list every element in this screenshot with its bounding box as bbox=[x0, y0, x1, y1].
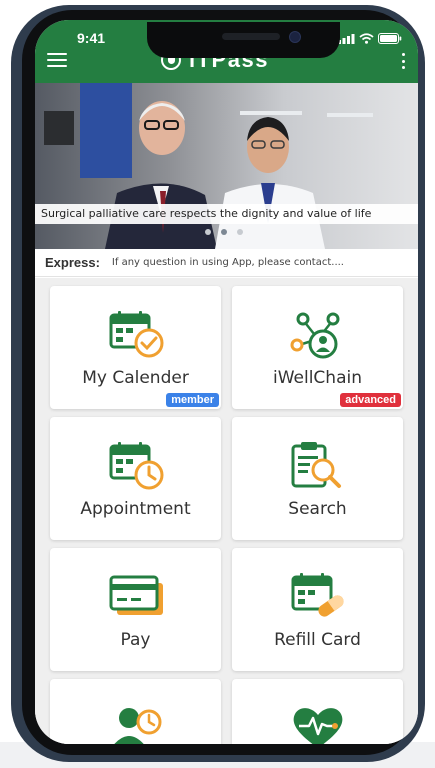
calendar-pill-icon bbox=[291, 573, 344, 617]
signal-icon bbox=[338, 33, 355, 44]
tile-search[interactable]: Search bbox=[232, 417, 403, 540]
credit-card-icon bbox=[109, 575, 163, 615]
carousel-dot-3[interactable] bbox=[237, 229, 243, 235]
battery-icon bbox=[378, 33, 402, 44]
more-options-icon[interactable] bbox=[400, 53, 406, 69]
banner-caption: Surgical palliative care respects the di… bbox=[35, 204, 418, 224]
banner-carousel[interactable]: Surgical palliative care respects the di… bbox=[35, 83, 418, 249]
express-announcement[interactable]: Express: If any question in using App, p… bbox=[35, 249, 418, 277]
tile-refill-card[interactable]: Refill Card bbox=[232, 548, 403, 671]
advanced-badge: advanced bbox=[340, 393, 401, 407]
express-label: Express: bbox=[45, 255, 100, 270]
wifi-icon bbox=[359, 33, 374, 44]
tile-pay[interactable]: Pay bbox=[50, 548, 221, 671]
carousel-pagination bbox=[205, 229, 243, 235]
calendar-check-icon bbox=[109, 311, 164, 358]
tile-person-schedule[interactable] bbox=[50, 679, 221, 744]
carousel-dot-2[interactable] bbox=[221, 229, 227, 235]
phone-notch bbox=[147, 22, 340, 58]
heart-pulse-icon bbox=[293, 708, 343, 744]
express-message: If any question in using App, please con… bbox=[111, 257, 344, 268]
carousel-dot-1[interactable] bbox=[205, 229, 211, 235]
tile-label: Search bbox=[288, 499, 347, 519]
tile-appointment[interactable]: Appointment bbox=[50, 417, 221, 540]
status-icons bbox=[338, 33, 402, 44]
app-screen: 9:41 iTPass Surgical palliative care res… bbox=[35, 20, 418, 744]
front-camera bbox=[289, 31, 301, 43]
tile-label: Refill Card bbox=[274, 630, 361, 650]
network-person-icon bbox=[290, 312, 340, 359]
hamburger-menu-icon[interactable] bbox=[47, 53, 67, 69]
banner-photo bbox=[35, 83, 418, 249]
tile-label: Pay bbox=[120, 630, 151, 650]
feature-grid: My Calender member iWellChain advanced A… bbox=[35, 278, 418, 744]
tile-iwellchain[interactable]: iWellChain advanced bbox=[232, 286, 403, 409]
member-badge: member bbox=[166, 393, 219, 407]
status-time: 9:41 bbox=[77, 30, 106, 46]
tile-health[interactable] bbox=[232, 679, 403, 744]
person-clock-icon bbox=[114, 708, 162, 744]
tile-label: Appointment bbox=[80, 499, 191, 519]
tile-label: iWellChain bbox=[272, 368, 362, 388]
tile-label: My Calender bbox=[82, 368, 189, 388]
tile-my-calender[interactable]: My Calender member bbox=[50, 286, 221, 409]
calendar-clock-icon bbox=[109, 442, 164, 490]
clipboard-search-icon bbox=[291, 442, 341, 488]
